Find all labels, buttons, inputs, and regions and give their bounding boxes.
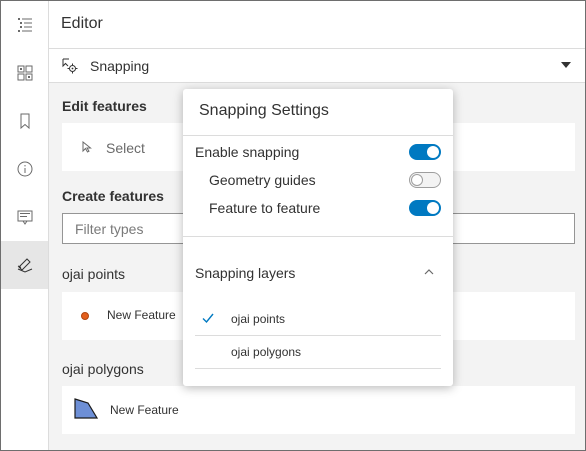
rail-button-legend[interactable]: [1, 193, 48, 241]
snapping-layer-label: ojai points: [231, 312, 286, 326]
snapping-layer-ojai-polygons[interactable]: ojai polygons: [195, 336, 441, 369]
feature-template-label: New Feature: [110, 403, 179, 417]
cursor-arrow-icon: [82, 141, 92, 153]
geometry-guides-toggle[interactable]: [409, 172, 441, 188]
toggle-knob: [427, 202, 439, 214]
divider: [183, 236, 453, 237]
snapping-icon: [62, 58, 78, 74]
rail-button-editor[interactable]: [1, 241, 48, 289]
point-symbol-icon: [81, 312, 89, 320]
snapping-layer-ojai-points[interactable]: ojai points: [195, 303, 441, 336]
divider: [183, 135, 453, 136]
group-title-ojai-polygons: ojai polygons: [62, 361, 144, 377]
legend-icon: [17, 210, 32, 225]
chevron-up-icon[interactable]: [423, 268, 435, 276]
editor-title: Editor: [61, 15, 103, 32]
polygon-symbol-icon: [74, 398, 98, 419]
feature-template-ojai-polygons[interactable]: New Feature: [62, 386, 575, 434]
feature-to-feature-label: Feature to feature: [209, 200, 321, 216]
editor-icon: [17, 258, 32, 273]
create-features-heading: Create features: [62, 188, 164, 204]
select-tool-label: Select: [106, 140, 145, 156]
geometry-guides-label: Geometry guides: [209, 172, 316, 188]
snapping-settings-title: Snapping Settings: [199, 102, 329, 119]
snapping-layer-label: ojai polygons: [231, 345, 302, 359]
enable-snapping-label: Enable snapping: [195, 144, 300, 160]
toggle-knob: [427, 146, 439, 158]
rail-button-bookmarks[interactable]: [1, 97, 48, 145]
left-rail: [1, 1, 49, 450]
bookmark-icon: [20, 113, 29, 130]
feature-template-label: New Feature: [107, 308, 176, 322]
enable-snapping-toggle[interactable]: [409, 144, 441, 160]
checkmark-icon: [202, 313, 214, 324]
rail-button-information[interactable]: [1, 145, 48, 193]
snapping-layers-heading: Snapping layers: [195, 265, 296, 281]
layer-list-icon: [17, 18, 32, 32]
basemap-gallery-icon: [17, 65, 32, 81]
snapping-dropdown[interactable]: Snapping: [49, 49, 585, 83]
editor-header: Editor: [49, 1, 585, 49]
snapping-settings-popover: Snapping Settings Enable snapping Geomet…: [183, 89, 453, 386]
toggle-knob: [411, 174, 423, 186]
snapping-label: Snapping: [90, 58, 150, 74]
editor-window: Editor Snapping Edit features Select Cre…: [0, 0, 586, 451]
information-icon: [17, 161, 32, 177]
rail-button-basemap-gallery[interactable]: [1, 49, 48, 97]
group-title-ojai-points: ojai points: [62, 266, 126, 282]
caret-down-icon: [561, 62, 571, 68]
edit-features-heading: Edit features: [62, 98, 147, 114]
feature-to-feature-toggle[interactable]: [409, 200, 441, 216]
rail-button-layer-list[interactable]: [1, 1, 48, 49]
